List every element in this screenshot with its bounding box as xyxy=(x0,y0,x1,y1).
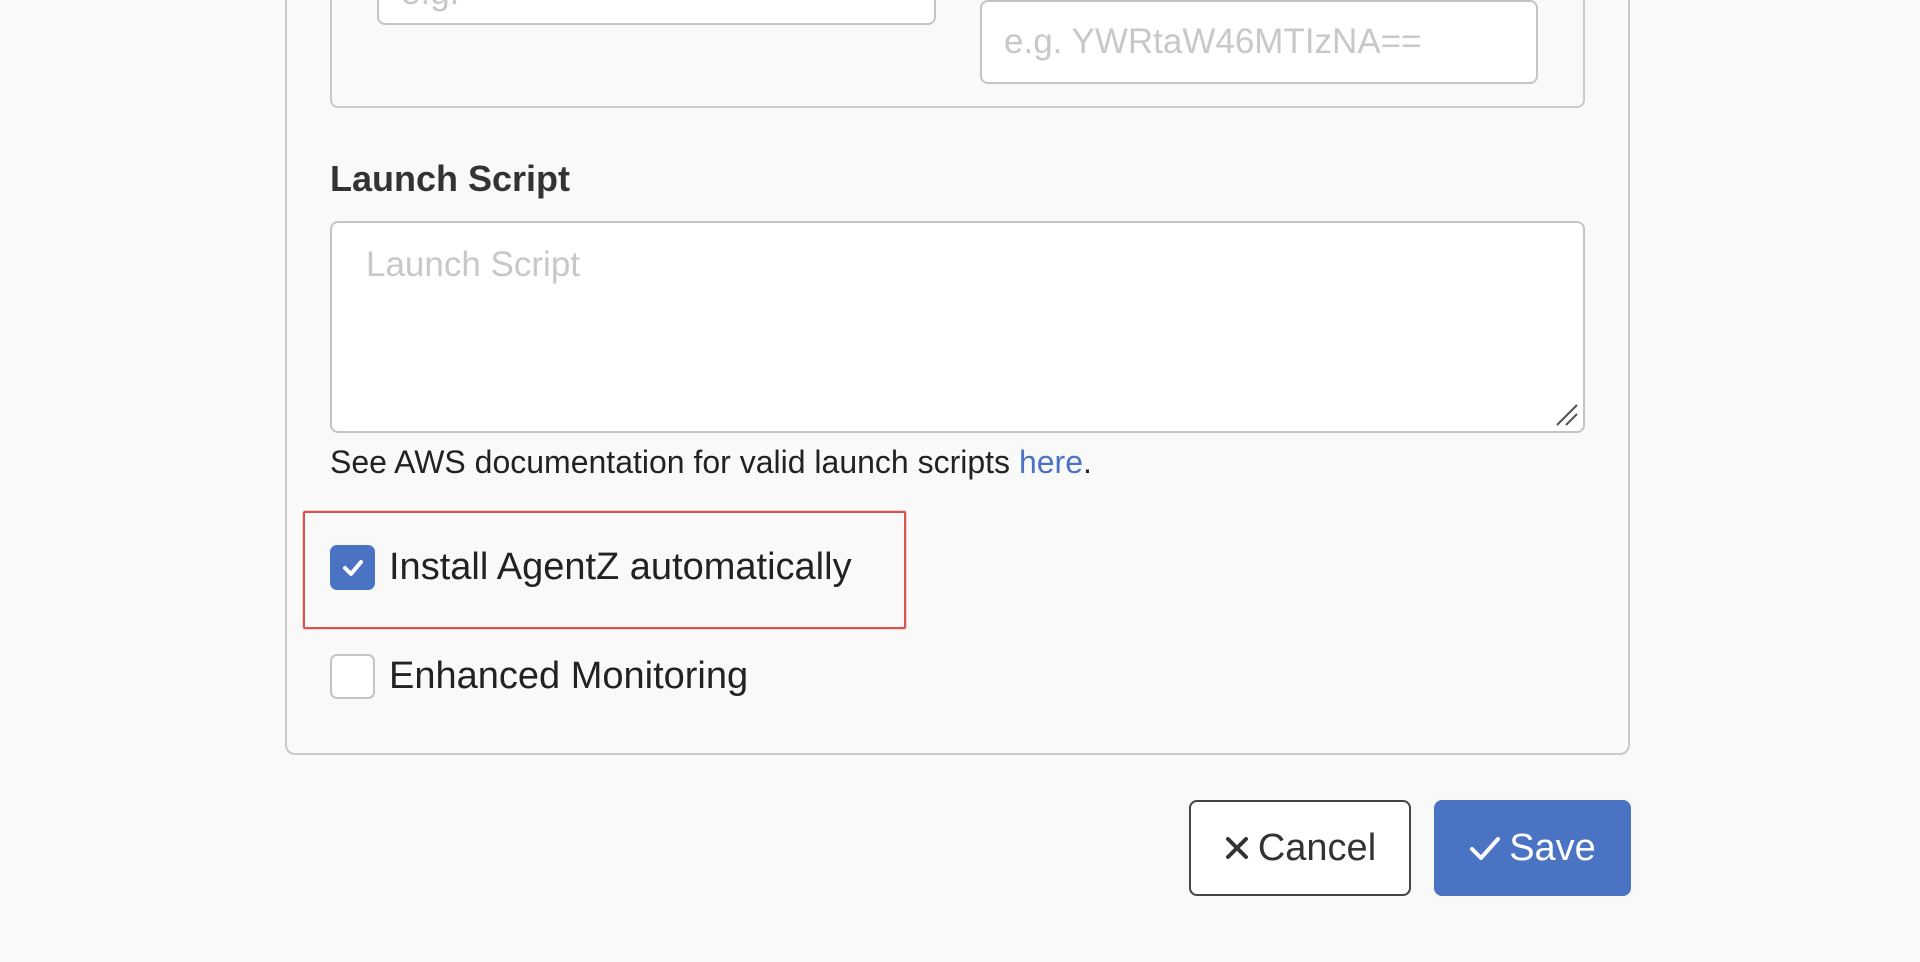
cancel-button-label: Cancel xyxy=(1257,826,1377,869)
check-icon xyxy=(1469,834,1501,862)
install-agent-option[interactable]: Install AgentZ automatically xyxy=(330,545,852,590)
close-icon xyxy=(1224,835,1250,861)
install-agent-label: Install AgentZ automatically xyxy=(389,546,852,588)
aws-docs-link[interactable]: here xyxy=(1019,444,1083,480)
help-text-suffix: . xyxy=(1082,444,1092,480)
enhanced-monitoring-label: Enhanced Monitoring xyxy=(389,655,749,697)
check-icon xyxy=(342,559,363,576)
save-button[interactable]: Save xyxy=(1434,800,1631,896)
instance-settings-form: Launch Script See AWS documentation for … xyxy=(0,0,1920,962)
cancel-button[interactable]: Cancel xyxy=(1189,800,1411,896)
install-agent-checkbox[interactable] xyxy=(330,545,375,590)
launch-script-label: Launch Script xyxy=(330,158,571,199)
enhanced-monitoring-checkbox[interactable] xyxy=(330,654,375,699)
enhanced-monitoring-option[interactable]: Enhanced Monitoring xyxy=(330,654,748,699)
help-text-prefix: See AWS documentation for valid launch s… xyxy=(330,444,1019,480)
save-button-label: Save xyxy=(1509,826,1596,869)
launch-script-help: See AWS documentation for valid launch s… xyxy=(330,444,1092,481)
credentials-left-input[interactable] xyxy=(377,0,936,25)
credentials-token-input[interactable] xyxy=(980,0,1538,84)
resize-handle-icon[interactable] xyxy=(1553,401,1579,427)
launch-script-textarea[interactable] xyxy=(330,221,1585,433)
